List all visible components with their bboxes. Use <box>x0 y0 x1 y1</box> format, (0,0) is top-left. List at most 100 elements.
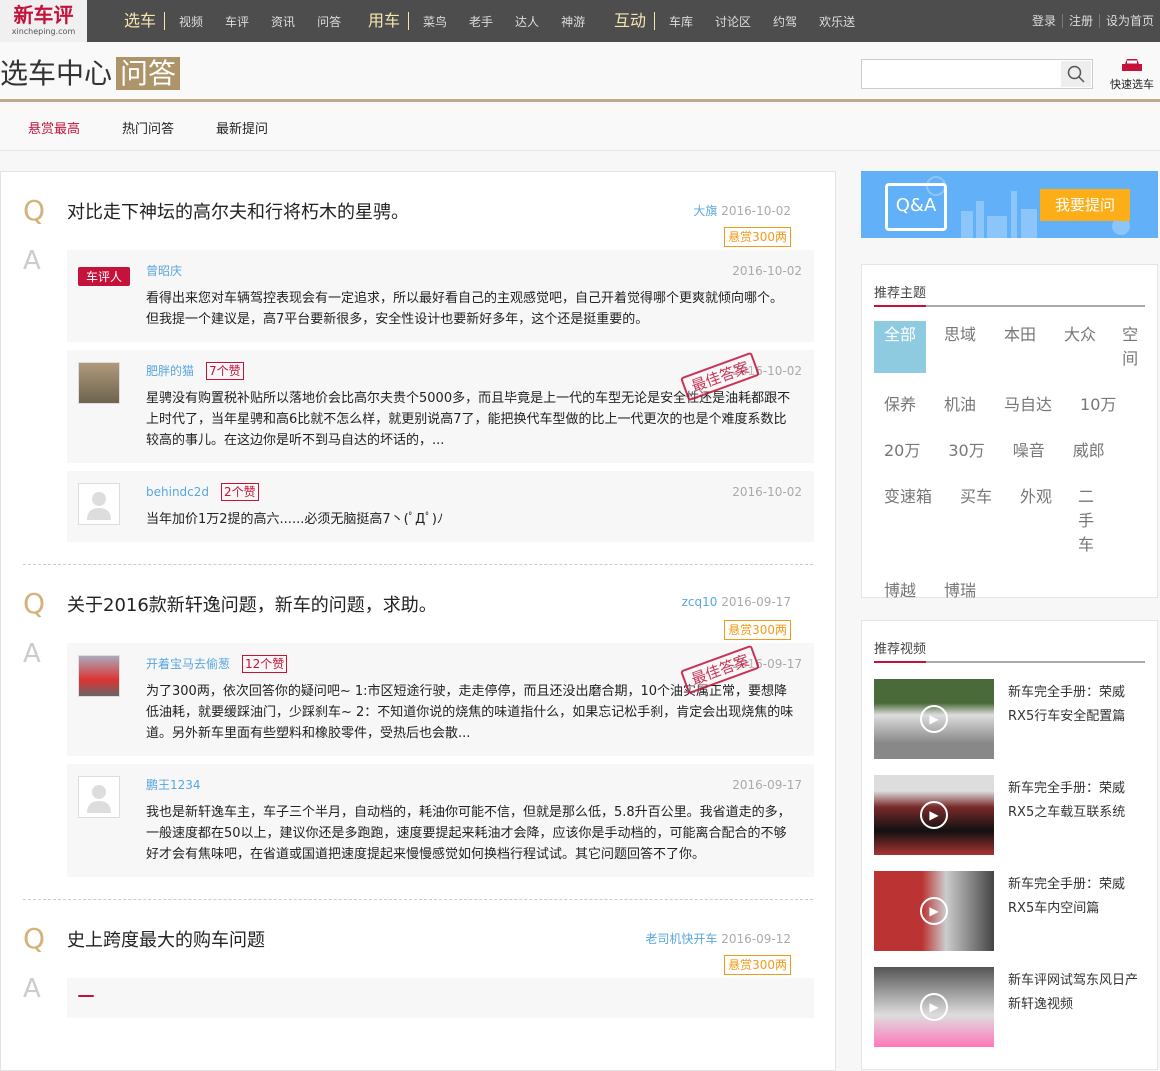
nav-item[interactable]: 达人 <box>515 13 539 30</box>
nav-item[interactable]: 欢乐送 <box>819 13 855 30</box>
question-date: 2016-09-17 <box>721 595 791 609</box>
topic-tag[interactable]: 30万 <box>938 437 994 465</box>
nav-item[interactable]: 问答 <box>317 13 341 30</box>
sort-tabs: 悬赏最高 热门问答 最新提问 <box>0 105 1160 151</box>
question-marker: Q <box>23 922 46 955</box>
topic-tag[interactable]: 博瑞 <box>934 577 986 605</box>
topic-tag[interactable]: 10万 <box>1070 391 1126 419</box>
video-item[interactable]: ▶ 新车评网试驾东风日产新轩逸视频 <box>874 967 1145 1047</box>
nav-category[interactable]: 互动 <box>614 12 656 30</box>
nav-item[interactable]: 菜鸟 <box>423 13 447 30</box>
video-title[interactable]: 新车完全手册：荣威RX5车内空间篇 <box>1008 871 1145 951</box>
like-count: 12个赞 <box>242 655 288 673</box>
topic-tag[interactable]: 二手车 <box>1070 483 1104 559</box>
question-title[interactable]: 关于2016款新轩逸问题，新车的问题，求助。 <box>67 591 437 617</box>
answer-text[interactable]: 我也是新轩逸车主，车子三个半月，自动档的，耗油你可能不信，但就是那么低，5.8升… <box>146 802 794 865</box>
tab-hot-qa[interactable]: 热门问答 <box>122 118 174 137</box>
asker-name[interactable]: 大旗 <box>693 204 717 218</box>
author-name[interactable]: 曾昭庆 <box>146 264 182 278</box>
search-input[interactable] <box>862 60 1052 86</box>
reward-badge: 悬赏300两 <box>724 620 791 640</box>
tab-latest[interactable]: 最新提问 <box>216 118 268 137</box>
answer-text[interactable]: 看得出来您对车辆驾控表现会有一定追求，所以最好看自己的主观感觉吧，自己开着觉得哪… <box>146 288 794 330</box>
answer-author: 曾昭庆 <box>146 262 794 282</box>
video-thumbnail[interactable]: ▶ <box>874 775 994 855</box>
video-thumbnail[interactable]: ▶ <box>874 679 994 759</box>
user-avatar[interactable] <box>78 483 120 525</box>
topic-tag[interactable]: 噪音 <box>1003 437 1055 465</box>
ask-question-button[interactable]: 我要提问 <box>1040 189 1130 221</box>
nav-group: 用车 菜鸟 老手 达人 神游 <box>368 0 607 42</box>
topic-tag[interactable]: 机油 <box>934 391 986 419</box>
question-title[interactable]: 史上跨度最大的购车问题 <box>67 926 265 952</box>
author-name[interactable]: behindc2d <box>146 485 209 499</box>
page-title-highlight: 问答 <box>116 57 181 90</box>
recommended-videos-panel: 推荐视频 ▶ 新车完全手册：荣威RX5行车安全配置篇 ▶ 新车完全手册：荣威RX5之车… <box>861 620 1158 1070</box>
nav-item[interactable]: 车库 <box>669 13 693 30</box>
topic-tag[interactable]: 外观 <box>1010 483 1062 559</box>
topic-tag[interactable]: 20万 <box>874 437 930 465</box>
topic-tag[interactable]: 马自达 <box>994 391 1062 419</box>
nav-item[interactable]: 神游 <box>561 13 585 30</box>
nav-category[interactable]: 选车 <box>124 12 166 30</box>
topic-tag[interactable]: 思域 <box>934 321 986 373</box>
question-item: Q 对比走下神坛的高尔夫和行将朽木的星骋。 大旗 2016-10-02 悬赏300两 A… <box>1 172 835 542</box>
author-name[interactable]: 鹏王1234 <box>146 778 201 792</box>
question-title[interactable]: 对比走下神坛的高尔夫和行将朽木的星骋。 <box>67 198 409 224</box>
video-title[interactable]: 新车完全手册：荣威RX5行车安全配置篇 <box>1008 679 1145 759</box>
quick-select-label: 快速选车 <box>1110 78 1154 91</box>
nav-item[interactable]: 讨论区 <box>715 13 751 30</box>
video-thumbnail[interactable]: ▶ <box>874 871 994 951</box>
topic-tag[interactable]: 大众 <box>1054 321 1106 373</box>
set-homepage-link[interactable]: 设为首页 <box>1098 14 1160 28</box>
tab-highest-reward[interactable]: 悬赏最高 <box>28 118 80 137</box>
search-button[interactable] <box>1061 61 1091 87</box>
topic-tag[interactable]: 本田 <box>994 321 1046 373</box>
topic-tag[interactable]: 买车 <box>950 483 1002 559</box>
answers: A 车评人 曾昭庆 2016-10-02 看得出来您对车辆驾控表现会有一定追求，所以最好… <box>1 246 814 542</box>
qa-logo: Q&A <box>885 183 947 231</box>
topic-tag[interactable]: 全部 <box>874 321 927 373</box>
question-item: Q 史上跨度最大的购车问题 老司机快开车 2016-09-12 悬赏300两 A <box>1 900 835 1018</box>
user-avatar[interactable] <box>78 776 120 818</box>
question-meta: 大旗 2016-10-02 <box>693 202 791 219</box>
question-date: 2016-10-02 <box>721 204 791 218</box>
register-link[interactable]: 注册 <box>1061 14 1099 28</box>
video-title[interactable]: 新车评网试驾东风日产新轩逸视频 <box>1008 967 1145 1047</box>
quick-select-button[interactable]: 快速选车 <box>1104 57 1160 92</box>
video-item[interactable]: ▶ 新车完全手册：荣威RX5车内空间篇 <box>874 871 1145 951</box>
user-avatar[interactable] <box>78 655 120 697</box>
video-item[interactable]: ▶ 新车完全手册：荣威RX5之车载互联系统 <box>874 775 1145 855</box>
reward-badge: 悬赏300两 <box>724 955 791 975</box>
topic-tag[interactable]: 保养 <box>874 391 926 419</box>
search-box <box>861 59 1093 89</box>
topic-tag[interactable]: 威郎 <box>1063 437 1115 465</box>
topic-tag[interactable]: 变速箱 <box>874 483 942 559</box>
asker-name[interactable]: 老司机快开车 <box>645 932 717 946</box>
nav-item[interactable]: 车评 <box>225 13 249 30</box>
answer-text[interactable]: 当年加价1万2提的高六......必须无脑挺高7丶(ﾟДﾟ)ﾉ <box>146 509 794 530</box>
topics-title: 推荐主题 <box>874 281 927 307</box>
question-header: Q 关于2016款新轩逸问题，新车的问题，求助。 zcq10 2016-09-17 悬… <box>1 565 813 640</box>
answer-marker: A <box>23 974 41 1004</box>
author-name[interactable]: 肥胖的猫 <box>146 364 194 378</box>
nav-item[interactable]: 约驾 <box>773 13 797 30</box>
nav-category[interactable]: 用车 <box>368 12 410 30</box>
nav-item[interactable]: 视频 <box>179 13 203 30</box>
asker-name[interactable]: zcq10 <box>682 595 718 609</box>
video-title[interactable]: 新车完全手册：荣威RX5之车载互联系统 <box>1008 775 1145 855</box>
answer-marker: A <box>23 639 41 669</box>
answer-item: 鹏王1234 2016-09-17 我也是新轩逸车主，车子三个半月，自动档的，耗油你… <box>67 764 814 877</box>
topic-tag[interactable]: 空间 <box>1114 321 1148 373</box>
question-marker: Q <box>23 194 46 227</box>
login-link[interactable]: 登录 <box>1026 14 1062 28</box>
user-avatar[interactable] <box>78 362 120 404</box>
play-icon: ▶ <box>920 897 948 925</box>
video-item[interactable]: ▶ 新车完全手册：荣威RX5行车安全配置篇 <box>874 679 1145 759</box>
nav-item[interactable]: 资讯 <box>271 13 295 30</box>
topic-tag[interactable]: 博越 <box>874 577 926 605</box>
author-name[interactable]: 开着宝马去偷葱 <box>146 657 230 671</box>
nav-item[interactable]: 老手 <box>469 13 493 30</box>
video-thumbnail[interactable]: ▶ <box>874 967 994 1047</box>
site-logo[interactable]: 新车评 xincheping.com <box>0 0 87 42</box>
